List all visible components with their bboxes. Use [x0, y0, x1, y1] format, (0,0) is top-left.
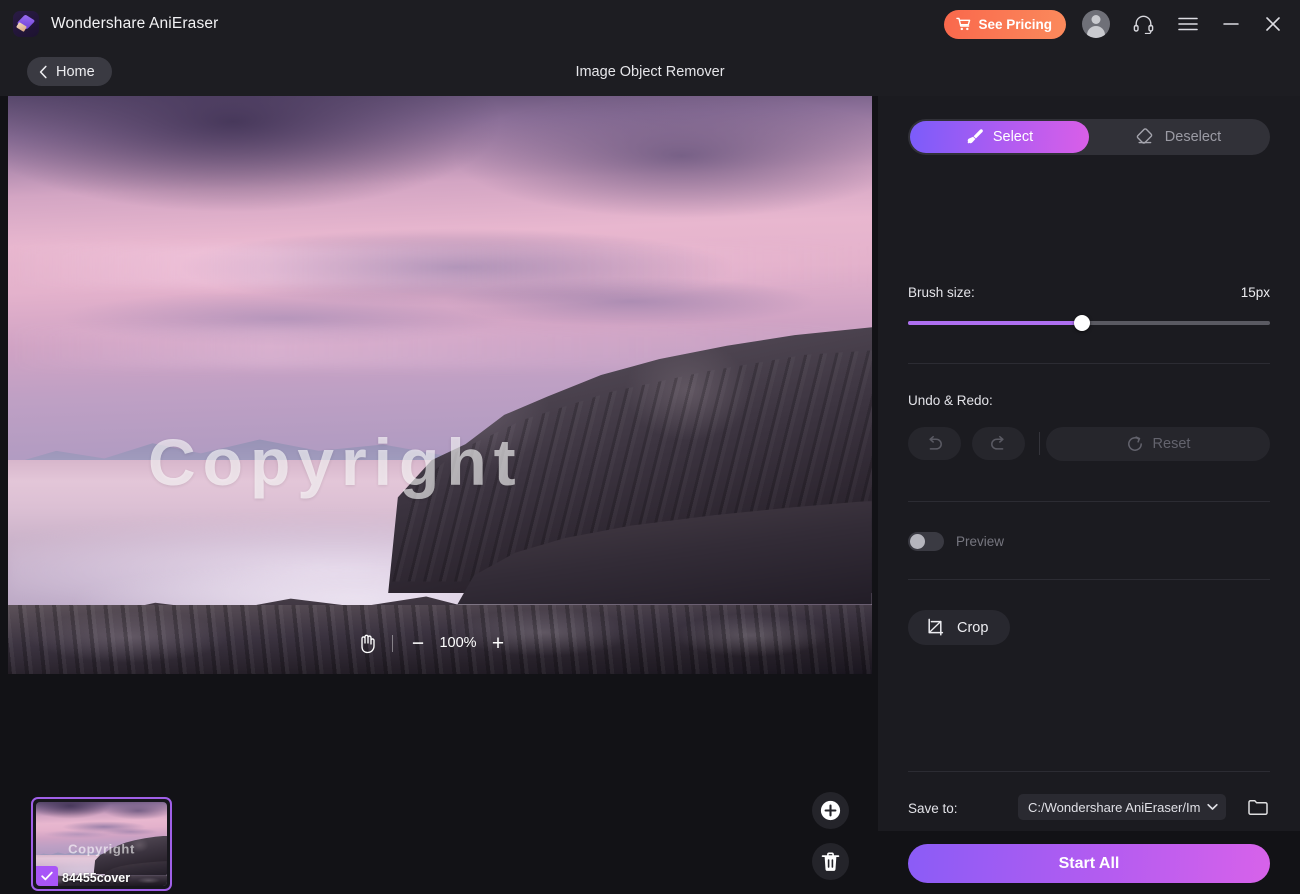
zoom-toolbar: − 100% +	[350, 628, 515, 658]
panel-divider	[908, 579, 1270, 580]
app-title: Wondershare AniEraser	[51, 15, 218, 33]
photo-cloud-streak	[8, 246, 872, 286]
image-canvas[interactable]: Copyright − 100% +	[8, 96, 872, 674]
chevron-down-icon	[1207, 803, 1218, 811]
close-icon[interactable]	[1260, 11, 1286, 37]
list-item[interactable]: Copyright 84455cover	[31, 797, 172, 891]
page-title: Image Object Remover	[0, 48, 1300, 96]
toolbar-divider	[1039, 432, 1040, 455]
tab-deselect-label: Deselect	[1165, 129, 1221, 145]
user-avatar-icon[interactable]	[1082, 10, 1110, 38]
folder-open-icon	[1247, 797, 1269, 817]
thumbnail-strip: Copyright 84455cover	[0, 674, 878, 831]
tab-deselect[interactable]: Deselect	[1089, 121, 1268, 153]
see-pricing-label: See Pricing	[978, 17, 1052, 32]
zoom-out-button[interactable]: −	[401, 628, 435, 658]
crop-icon	[926, 618, 946, 638]
brush-size-value: 15px	[1241, 285, 1270, 300]
zoom-level-value: 100%	[435, 635, 481, 651]
save-path-value: C:/Wondershare AniEraser/Im	[1028, 800, 1200, 815]
checkmark-icon	[41, 871, 53, 881]
redo-button[interactable]	[972, 427, 1025, 460]
tab-select[interactable]: Select	[910, 121, 1089, 153]
start-all-label: Start All	[1059, 855, 1120, 872]
crop-label: Crop	[957, 620, 988, 636]
preview-label: Preview	[956, 534, 1004, 549]
crop-button[interactable]: Crop	[908, 610, 1010, 645]
brush-size-label: Brush size:	[908, 285, 975, 300]
headset-icon[interactable]	[1130, 11, 1156, 37]
sub-header: Home Image Object Remover	[0, 48, 1300, 96]
thumbnail-watermark: Copyright	[68, 842, 135, 857]
undo-button[interactable]	[908, 427, 961, 460]
see-pricing-button[interactable]: See Pricing	[944, 10, 1066, 39]
hand-pan-icon[interactable]	[350, 628, 384, 658]
slider-thumb[interactable]	[1074, 315, 1090, 331]
undo-arrow-icon	[925, 435, 944, 453]
brush-size-slider[interactable]	[908, 319, 1270, 327]
panel-divider	[908, 501, 1270, 502]
plus-circle-icon	[819, 799, 842, 822]
browse-folder-button[interactable]	[1244, 793, 1272, 821]
start-all-button[interactable]: Start All	[908, 844, 1270, 883]
thumbnail-actions	[812, 792, 849, 894]
editor-left-area: Copyright − 100% +	[0, 96, 878, 831]
brush-icon	[966, 128, 984, 146]
panel-divider	[908, 363, 1270, 364]
save-path-dropdown[interactable]: C:/Wondershare AniEraser/Im	[1018, 794, 1226, 820]
window-controls-group: See Pricing	[944, 0, 1300, 48]
thumbnail-checkbox[interactable]	[36, 866, 58, 886]
reset-circular-arrow-icon	[1126, 435, 1144, 453]
select-mode-toggle-group: Select Deselect	[908, 119, 1270, 155]
title-bar: Wondershare AniEraser See Pricing	[0, 0, 1300, 48]
delete-image-button[interactable]	[812, 843, 849, 880]
reset-label: Reset	[1153, 436, 1191, 452]
redo-arrow-icon	[989, 435, 1008, 453]
thumbnail-preview: Copyright 84455cover	[36, 802, 167, 886]
zoom-in-button[interactable]: +	[481, 628, 515, 658]
trash-icon	[820, 851, 841, 873]
add-image-button[interactable]	[812, 792, 849, 829]
reset-button[interactable]: Reset	[1046, 427, 1270, 461]
aniaraser-logo-icon	[13, 11, 39, 37]
cart-icon	[956, 17, 971, 31]
undo-redo-label: Undo & Redo:	[908, 393, 993, 408]
tab-select-label: Select	[993, 129, 1033, 145]
hamburger-menu-icon[interactable]	[1175, 11, 1201, 37]
slider-fill	[908, 321, 1082, 325]
minimize-icon[interactable]	[1218, 11, 1244, 37]
eraser-icon	[1136, 128, 1156, 146]
home-back-button[interactable]: Home	[27, 57, 112, 86]
save-to-label: Save to:	[908, 801, 958, 816]
chevron-left-icon	[36, 64, 51, 80]
home-label: Home	[56, 64, 95, 80]
photo-sunset-coast	[8, 96, 872, 674]
tools-panel: Select Deselect Brush size: 15px Undo & …	[878, 96, 1300, 831]
panel-divider	[908, 771, 1270, 772]
preview-toggle[interactable]	[908, 532, 944, 551]
thumbnail-filename: 84455cover	[62, 871, 130, 885]
zoom-divider	[392, 635, 393, 652]
